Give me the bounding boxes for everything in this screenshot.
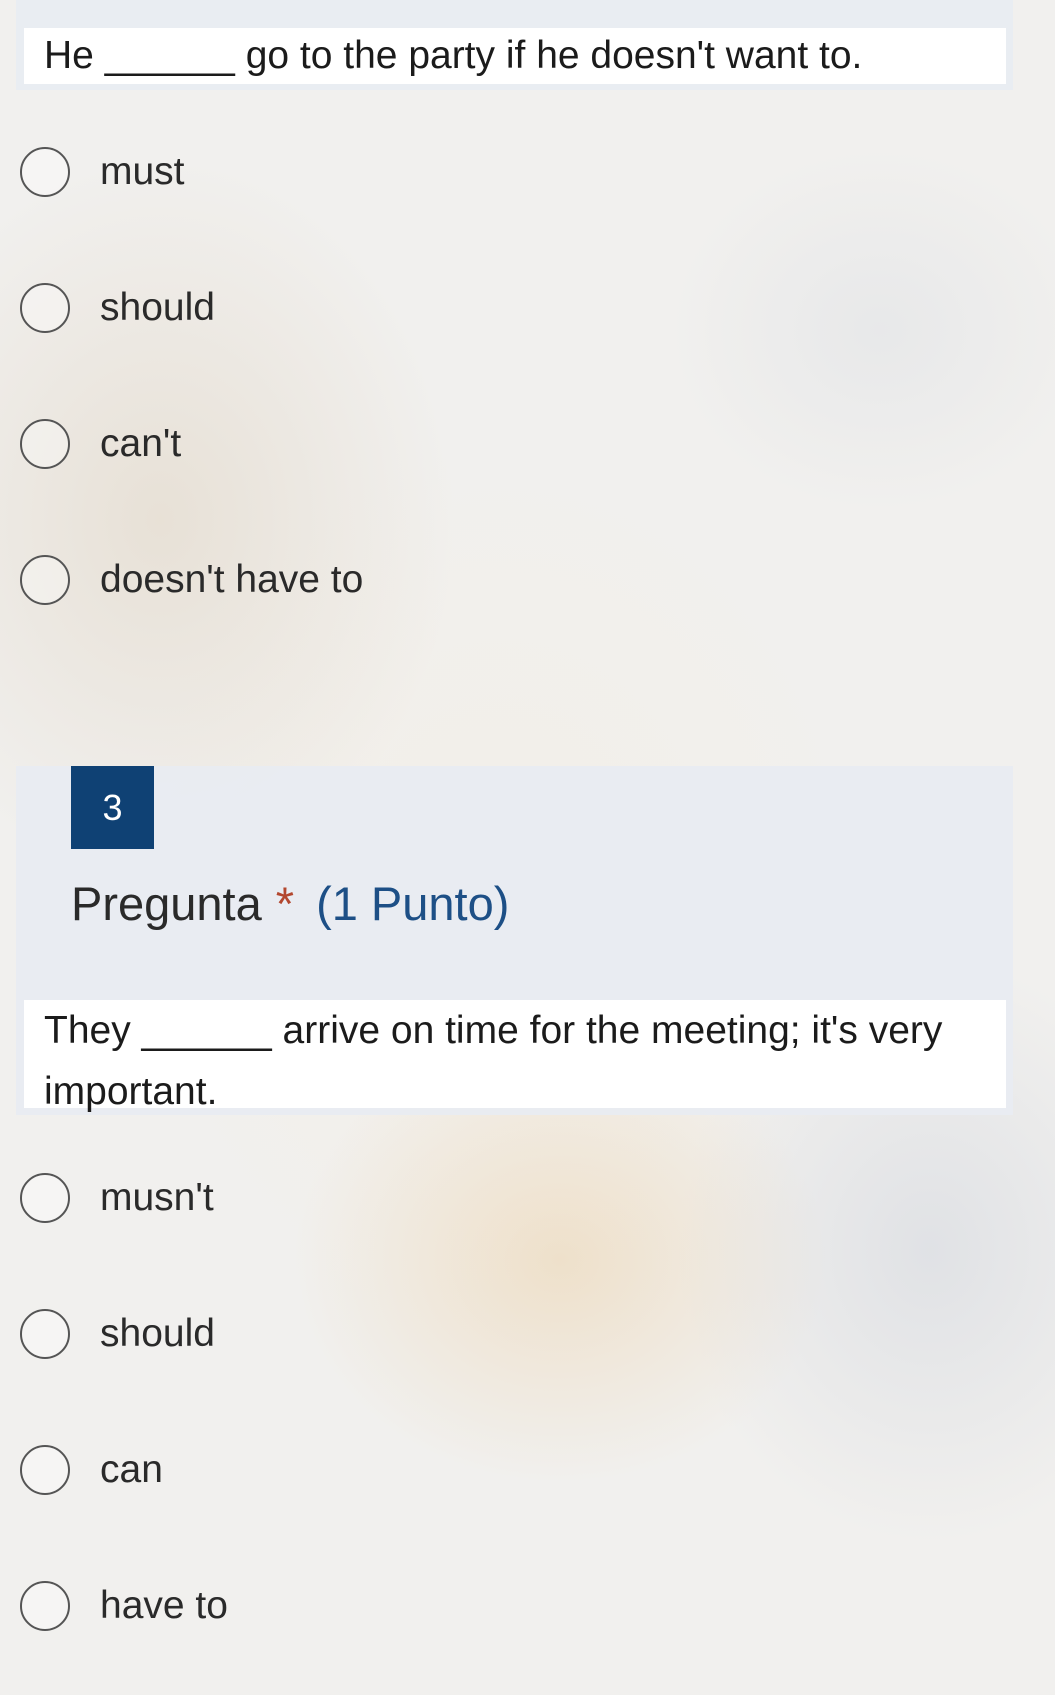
radio-circle-icon[interactable] [20,283,70,333]
question-3-sentence-start: They [44,1009,131,1052]
radio-circle-icon[interactable] [20,555,70,605]
option-label: have to [100,1584,228,1627]
q3-option-have-to[interactable]: have to [20,1578,228,1634]
option-label: should [100,286,215,329]
q2-option-should[interactable]: should [20,280,215,336]
q2-option-doesnt-have-to[interactable]: doesn't have to [20,552,363,608]
required-marker: * [275,877,295,930]
question-title-label: Pregunta [71,877,262,930]
q2-option-cant[interactable]: can't [20,416,181,472]
radio-circle-icon[interactable] [20,1309,70,1359]
option-label: should [100,1312,215,1355]
option-label: must [100,150,185,193]
radio-circle-icon[interactable] [20,147,70,197]
q3-option-should[interactable]: should [20,1306,215,1362]
q2-option-must[interactable]: must [20,144,185,200]
radio-circle-icon[interactable] [20,1445,70,1495]
question-number-badge: 3 [71,766,154,849]
q3-option-can[interactable]: can [20,1442,163,1498]
question-points: (1 Punto) [316,877,510,930]
option-label: can't [100,422,182,465]
radio-circle-icon[interactable] [20,1173,70,1223]
radio-circle-icon[interactable] [20,1581,70,1631]
question-3-text: They ______ arrive on time for the meeti… [24,1000,1006,1113]
question-2-text: He ______ go to the party if he doesn't … [24,28,1006,84]
radio-circle-icon[interactable] [20,419,70,469]
question-2-blank: ______ [104,34,235,77]
option-label: doesn't have to [100,558,364,601]
option-label: can [100,1448,163,1491]
question-3-title: Pregunta * (1 Punto) [71,876,509,931]
q3-option-musnt[interactable]: musn't [20,1170,214,1226]
option-label: musn't [100,1176,214,1219]
question-2-sentence-start: He [44,34,94,77]
question-2-sentence-end: go to the party if he doesn't want to. [245,34,863,77]
question-3-blank: ______ [141,1009,272,1052]
